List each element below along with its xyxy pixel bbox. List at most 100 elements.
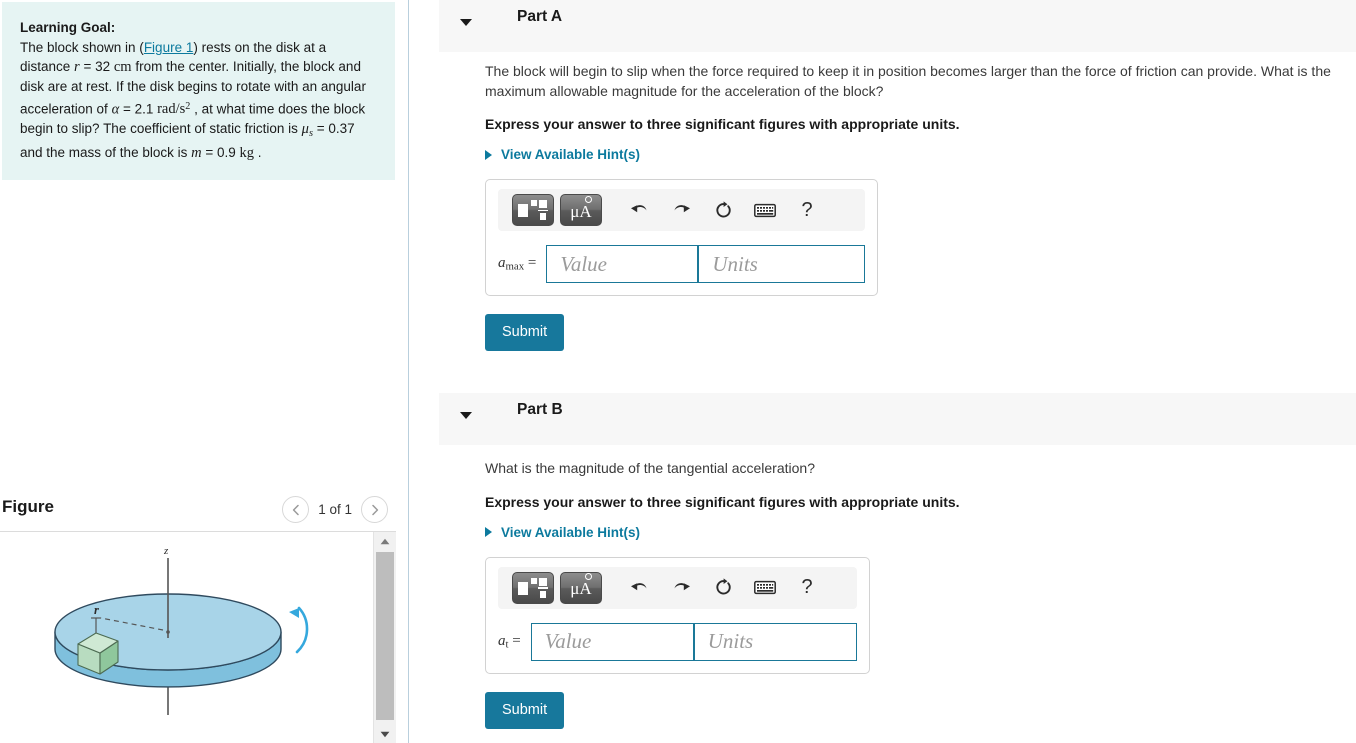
units-button-label: μA bbox=[570, 579, 592, 598]
part-b-instruction: Express your answer to three significant… bbox=[485, 493, 960, 510]
part-a-instruction: Express your answer to three significant… bbox=[485, 116, 960, 132]
figure-body: z r bbox=[0, 532, 396, 743]
keyboard-icon bbox=[754, 203, 776, 217]
part-a-answer-symbol: amax = bbox=[498, 255, 546, 273]
redo-icon bbox=[674, 582, 690, 590]
micro-angstrom-icon: μA bbox=[570, 573, 593, 598]
part-b-equals-sign: = bbox=[512, 632, 521, 649]
math-template-button[interactable] bbox=[512, 194, 554, 226]
goal-text-5: = 2.1 bbox=[119, 100, 158, 116]
keyboard-button[interactable] bbox=[746, 573, 784, 603]
learning-goal-panel: Learning Goal: The block shown in (Figur… bbox=[2, 2, 395, 180]
part-b-hint-label: View Available Hint(s) bbox=[501, 524, 641, 540]
keyboard-button[interactable] bbox=[746, 195, 784, 225]
learning-goal-title: Learning Goal: bbox=[20, 20, 116, 35]
figure-header: Figure 1 of 1 bbox=[0, 489, 396, 532]
triangle-up-icon bbox=[380, 538, 390, 544]
undo-button[interactable] bbox=[620, 573, 658, 603]
part-a-label: Part A bbox=[517, 8, 563, 25]
figure-scroll-down-button[interactable] bbox=[374, 725, 396, 743]
part-b-question: What is the magnitude of the tangential … bbox=[485, 460, 815, 476]
help-button[interactable]: ? bbox=[788, 573, 826, 603]
part-a-answer-box: μA ? amax = Value Units bbox=[485, 179, 879, 296]
left-panel: Learning Goal: The block shown in (Figur… bbox=[0, 0, 404, 743]
part-b-value-input[interactable]: Value bbox=[530, 622, 694, 661]
var-mu-s: μs bbox=[301, 121, 313, 139]
part-a-question: The block will begin to slip when the fo… bbox=[485, 63, 1331, 99]
part-a-units-input[interactable]: Units bbox=[698, 245, 866, 283]
part-a-hint-label: View Available Hint(s) bbox=[501, 147, 641, 162]
math-template-icon bbox=[518, 577, 548, 598]
var-mu: μ bbox=[301, 121, 309, 138]
part-b-answer-row: at = Value Units bbox=[498, 622, 857, 661]
part-b-body: What is the magnitude of the tangential … bbox=[485, 459, 1356, 729]
units-button[interactable]: μA bbox=[560, 571, 602, 604]
part-b-submit-button[interactable]: Submit bbox=[485, 691, 565, 729]
part-b-symbol-subscript: t bbox=[505, 638, 509, 651]
part-a-submit-button[interactable]: Submit bbox=[485, 314, 565, 351]
reset-button[interactable] bbox=[704, 573, 742, 603]
part-b-collapse-caret-icon[interactable] bbox=[460, 412, 472, 419]
keyboard-icon bbox=[754, 580, 776, 595]
part-b-answer-box: μA ? at = Value Units bbox=[485, 556, 870, 674]
var-m: m bbox=[191, 145, 202, 162]
reset-icon bbox=[715, 200, 731, 217]
figure-scrollbar[interactable] bbox=[373, 532, 396, 743]
figure-scroll-up-button[interactable] bbox=[374, 532, 396, 550]
part-b-value-placeholder: Value bbox=[544, 629, 592, 653]
page-root: Learning Goal: The block shown in (Figur… bbox=[0, 0, 1356, 743]
chevron-right-icon bbox=[371, 504, 378, 515]
goal-text-9: . bbox=[253, 145, 262, 161]
unit-cm: cm bbox=[113, 59, 132, 76]
radius-label-r: r bbox=[94, 603, 99, 617]
units-button-label: μA bbox=[570, 201, 592, 221]
part-a-header[interactable]: Part A bbox=[439, 0, 1356, 52]
part-a-answer-row: amax = Value Units bbox=[498, 245, 866, 283]
math-template-button[interactable] bbox=[512, 571, 554, 604]
math-template-icon bbox=[518, 200, 548, 220]
figure-scrollbar-thumb[interactable] bbox=[376, 552, 394, 720]
right-panel: Part A The block will begin to slip when… bbox=[409, 0, 1356, 743]
part-a-value-input[interactable]: Value bbox=[546, 245, 699, 283]
figure-navigation: 1 of 1 bbox=[282, 496, 388, 523]
goal-text-3: = 32 bbox=[79, 59, 114, 75]
help-button[interactable]: ? bbox=[788, 195, 826, 225]
part-a-symbol-subscript: max bbox=[505, 260, 525, 273]
figure-next-button[interactable] bbox=[361, 496, 388, 523]
figure-diagram[interactable]: z r bbox=[0, 532, 374, 743]
part-a-math-toolbar: μA ? bbox=[498, 189, 866, 231]
goal-text-1: The block shown in ( bbox=[20, 40, 144, 55]
help-icon: ? bbox=[801, 576, 813, 598]
reset-button[interactable] bbox=[704, 195, 742, 225]
figure-1-link[interactable]: Figure 1 bbox=[144, 40, 194, 55]
undo-icon bbox=[630, 582, 646, 590]
part-a-collapse-caret-icon[interactable] bbox=[460, 19, 472, 26]
part-b-label: Part B bbox=[517, 401, 563, 418]
unit-rad-per-s2: rad/s2 bbox=[157, 101, 190, 117]
part-a-equals-sign: = bbox=[527, 255, 537, 272]
part-b-math-toolbar: μA ? bbox=[498, 566, 857, 609]
undo-button[interactable] bbox=[620, 195, 658, 225]
hint-caret-icon bbox=[485, 527, 492, 537]
part-b-units-input[interactable]: Units bbox=[693, 622, 857, 661]
chevron-left-icon bbox=[292, 504, 299, 515]
redo-button[interactable] bbox=[662, 573, 700, 603]
part-a-symbol-base: a bbox=[498, 255, 506, 272]
help-icon: ? bbox=[801, 198, 813, 221]
goal-text-8: = 0.9 bbox=[201, 145, 240, 161]
part-b-answer-symbol: at = bbox=[498, 633, 531, 651]
units-button[interactable]: μA bbox=[560, 194, 602, 226]
undo-icon bbox=[630, 205, 646, 213]
part-a-body: The block will begin to slip when the fo… bbox=[485, 62, 1356, 351]
redo-icon bbox=[674, 205, 690, 213]
figure-prev-button[interactable] bbox=[282, 496, 310, 523]
part-b-units-placeholder: Units bbox=[707, 629, 754, 653]
redo-button[interactable] bbox=[662, 195, 700, 225]
part-b-hint-toggle[interactable]: View Available Hint(s) bbox=[485, 525, 640, 540]
axis-label-z: z bbox=[163, 545, 169, 557]
part-b-header[interactable]: Part B bbox=[439, 393, 1356, 445]
part-a-units-placeholder: Units bbox=[712, 251, 758, 276]
part-a-hint-toggle[interactable]: View Available Hint(s) bbox=[485, 147, 640, 162]
part-b-symbol-base: a bbox=[498, 632, 506, 649]
figure-section-title: Figure bbox=[2, 497, 54, 516]
